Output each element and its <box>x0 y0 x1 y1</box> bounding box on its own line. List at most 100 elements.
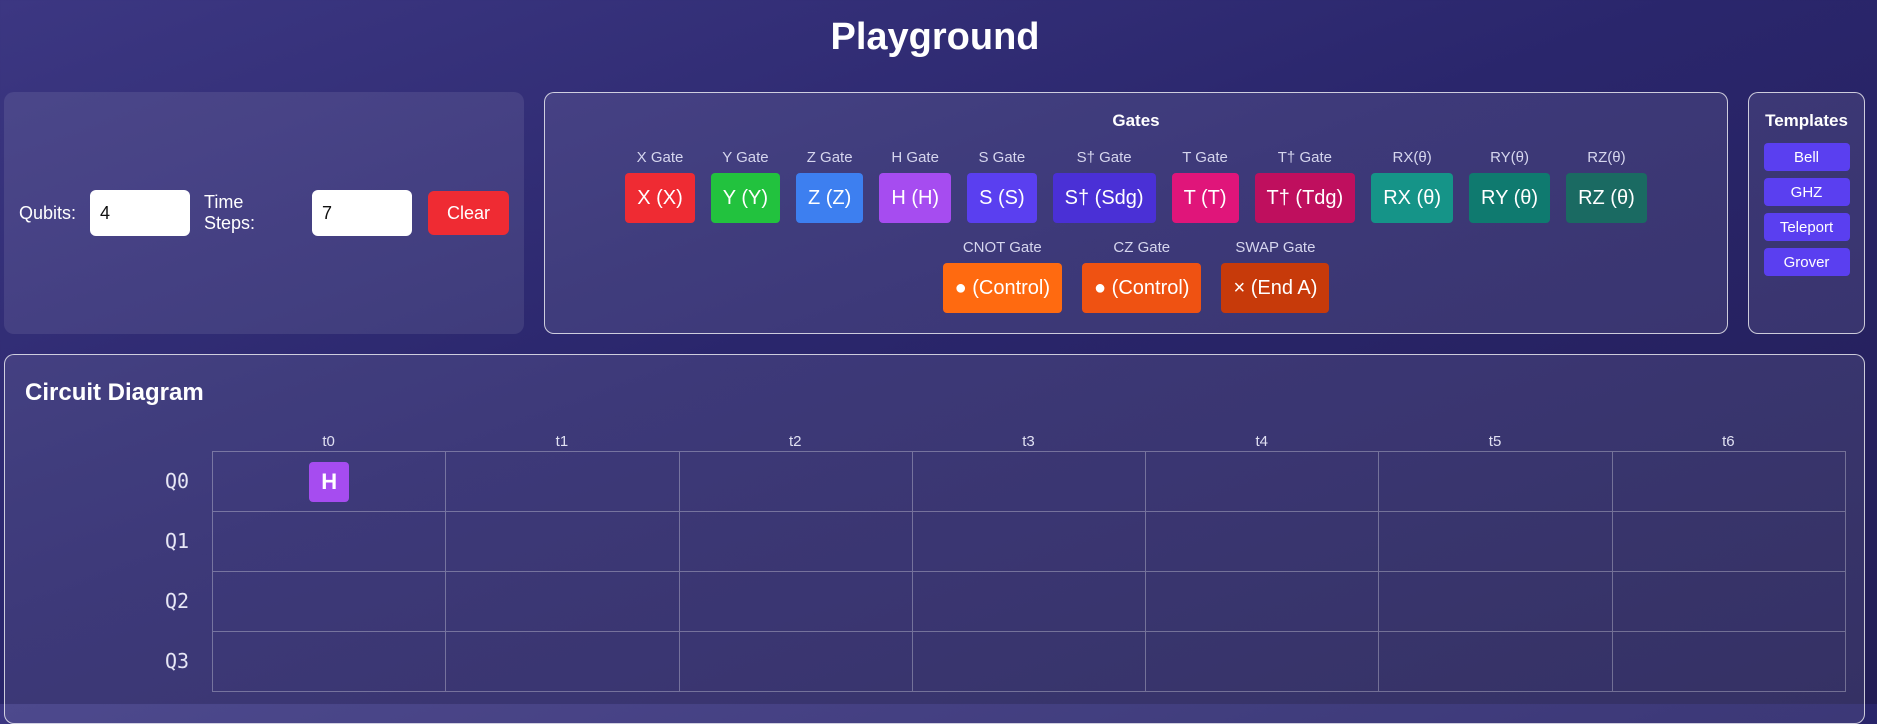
time-steps-label: Time Steps: <box>204 192 256 233</box>
circuit-cell[interactable] <box>446 632 680 692</box>
gates-heading: Gates <box>1112 111 1160 130</box>
qubit-label: Q1 <box>165 529 190 553</box>
circuit-cell[interactable] <box>446 512 680 572</box>
gate-item: T† Gate T† (Tdg) <box>1254 149 1356 223</box>
circuit-cell[interactable] <box>912 512 1147 572</box>
circuit-cell[interactable] <box>679 512 913 572</box>
gate-name-label: H Gate <box>891 149 939 166</box>
clear-button[interactable]: Clear <box>428 191 509 235</box>
circuit-panel: Circuit Diagram t0 t1 t2 t3 t4 t5 t6 Q0 Q1 Q2 Q3 … <box>4 354 1865 724</box>
circuit-cell[interactable] <box>679 632 913 692</box>
circuit-cell[interactable] <box>213 632 447 692</box>
circuit-cell[interactable] <box>213 572 447 632</box>
template-teleport-button[interactable]: Teleport <box>1763 213 1850 241</box>
gate-item: Z Gate Z (Z) <box>796 149 864 223</box>
gate-name-label: T Gate <box>1182 149 1228 166</box>
gate-name-label: S Gate <box>978 149 1026 166</box>
gate-h-gate-button[interactable]: H (H) <box>879 173 952 223</box>
gate-x-gate-button[interactable]: X (X) <box>625 173 695 223</box>
gate-s-gate-button[interactable]: S† (Sdg) <box>1052 173 1156 223</box>
circuit-cell[interactable] <box>1146 512 1380 572</box>
gate-item: RY(θ) RY (θ) <box>1469 149 1551 223</box>
gate-s-gate-button[interactable]: S (S) <box>967 173 1037 223</box>
templates-panel: Templates Bell GHZ Teleport Grover <box>1748 92 1865 334</box>
circuit-cell[interactable] <box>679 452 913 512</box>
circuit-cell[interactable] <box>1612 452 1846 512</box>
time-step-header: t6 <box>1722 433 1735 450</box>
gate-cnot-gate-button[interactable]: ● (Control) <box>942 263 1063 313</box>
gate-rz-button[interactable]: RZ (θ) <box>1566 173 1647 223</box>
circuit-cell[interactable] <box>912 452 1147 512</box>
circuit-cell[interactable] <box>679 572 913 632</box>
gate-item: SWAP Gate × (End A) <box>1221 239 1330 313</box>
time-step-header: t0 <box>322 433 335 450</box>
circuit-cell[interactable] <box>1146 632 1380 692</box>
gate-name-label: SWAP Gate <box>1235 239 1316 256</box>
gate-swap-gate-button[interactable]: × (End A) <box>1221 263 1330 313</box>
gate-name-label: X Gate <box>636 149 684 166</box>
qubits-input[interactable] <box>90 190 191 236</box>
circuit-cell[interactable] <box>1379 572 1613 632</box>
qubits-label: Qubits: <box>19 202 77 223</box>
single-gate-row: X Gate X (X) Y Gate Y (Y) Z Gate Z (Z) H Gate H… <box>545 149 1727 223</box>
gate-z-gate-button[interactable]: Z (Z) <box>796 173 864 223</box>
time-step-header: t2 <box>788 433 802 450</box>
time-steps-input[interactable] <box>312 190 413 236</box>
gate-name-label: Y Gate <box>722 149 769 166</box>
templates-heading: Templates <box>1765 111 1848 130</box>
gate-y-gate-button[interactable]: Y (Y) <box>710 173 780 223</box>
time-step-header: t3 <box>1022 433 1035 450</box>
circuit-cell[interactable] <box>446 452 680 512</box>
circuit-cell[interactable] <box>1612 512 1846 572</box>
gates-panel: Gates X Gate X (X) Y Gate Y (Y) Z Gate Z (Z) H… <box>544 92 1728 334</box>
time-step-header: t1 <box>555 433 569 450</box>
circuit-cell[interactable] <box>912 572 1147 632</box>
controls-panel: Qubits: Time Steps: Clear <box>4 92 524 334</box>
gate-item: CNOT Gate ● (Control) <box>942 239 1063 313</box>
gate-t-gate-button[interactable]: T (T) <box>1171 173 1239 223</box>
circuit-cell[interactable] <box>912 632 1147 692</box>
gate-name-label: CNOT Gate <box>962 239 1042 256</box>
qubit-label: Q0 <box>165 469 190 493</box>
gate-item: H Gate H (H) <box>879 149 952 223</box>
gate-item: S† Gate S† (Sdg) <box>1052 149 1156 223</box>
gate-name-label: RX(θ) <box>1392 149 1432 166</box>
template-list: Bell GHZ Teleport Grover <box>1749 143 1864 276</box>
time-step-header: t4 <box>1255 433 1269 450</box>
gate-item: X Gate X (X) <box>625 149 695 223</box>
template-ghz-button[interactable]: GHZ <box>1763 178 1850 206</box>
circuit-cell[interactable] <box>1146 452 1380 512</box>
gate-name-label: S† Gate <box>1076 149 1132 166</box>
page-title: Playground <box>830 16 1040 58</box>
gate-ry-button[interactable]: RY (θ) <box>1469 173 1551 223</box>
circuit-cell[interactable] <box>1612 632 1846 692</box>
qubit-label: Q2 <box>165 589 190 613</box>
circuit-cell[interactable]: H <box>213 452 447 512</box>
circuit-title: Circuit Diagram <box>25 379 204 406</box>
gate-cz-gate-button[interactable]: ● (Control) <box>1082 263 1202 313</box>
gate-item: T Gate T (T) <box>1171 149 1239 223</box>
template-grover-button[interactable]: Grover <box>1763 248 1850 276</box>
time-step-header: t5 <box>1488 433 1502 450</box>
gate-name-label: RY(θ) <box>1490 149 1529 166</box>
multi-gate-row: CNOT Gate ● (Control) CZ Gate ● (Control) SW… <box>545 239 1727 313</box>
gate-name-label: RZ(θ) <box>1587 149 1626 166</box>
gate-item: S Gate S (S) <box>967 149 1037 223</box>
circuit-grid: H <box>212 451 1846 692</box>
gate-item: CZ Gate ● (Control) <box>1082 239 1202 313</box>
circuit-cell[interactable] <box>1379 632 1613 692</box>
gate-item: Y Gate Y (Y) <box>710 149 780 223</box>
circuit-cell[interactable] <box>1612 572 1846 632</box>
circuit-cell[interactable] <box>213 512 447 572</box>
circuit-cell[interactable] <box>1379 452 1613 512</box>
template-bell-button[interactable]: Bell <box>1763 143 1850 171</box>
circuit-cell[interactable] <box>1379 512 1613 572</box>
circuit-cell[interactable] <box>446 572 680 632</box>
gate-t-gate-button[interactable]: T† (Tdg) <box>1254 173 1356 223</box>
placed-gate-h[interactable]: H <box>309 461 350 502</box>
gate-name-label: Z Gate <box>806 149 853 166</box>
gate-name-label: T† Gate <box>1277 149 1332 166</box>
gate-item: RZ(θ) RZ (θ) <box>1566 149 1647 223</box>
circuit-cell[interactable] <box>1146 572 1380 632</box>
gate-rx-button[interactable]: RX (θ) <box>1371 173 1454 223</box>
